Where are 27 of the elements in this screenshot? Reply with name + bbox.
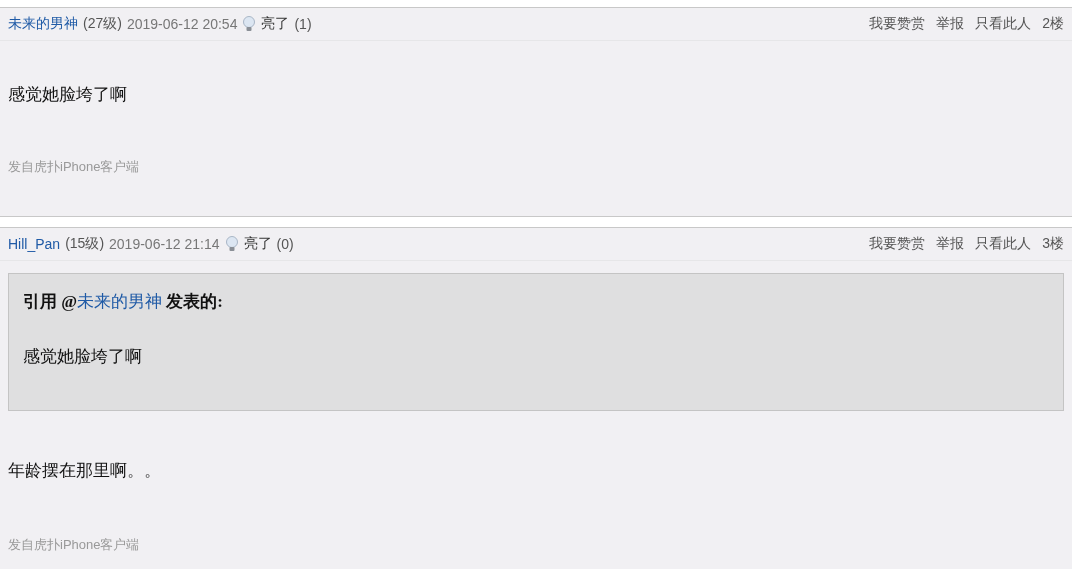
action-link[interactable]: 我要赞赏 bbox=[869, 235, 926, 253]
quote-heading: 引用 @未来的男神 发表的: bbox=[23, 291, 224, 313]
action-link[interactable]: 只看此人 bbox=[975, 235, 1032, 253]
post-body: 感觉她脸垮了啊 bbox=[8, 84, 128, 106]
quoted-user-link[interactable]: 未来的男神 bbox=[77, 292, 163, 311]
action-link[interactable]: 举报 bbox=[936, 235, 965, 253]
lightbulb-icon bbox=[242, 16, 257, 32]
floor-number: 3楼 bbox=[1042, 235, 1064, 253]
post-time: 2019-06-12 21:14 bbox=[109, 236, 220, 252]
action-link[interactable]: 我要赞赏 bbox=[869, 15, 926, 33]
lightbulb-icon bbox=[224, 236, 239, 252]
author-link[interactable]: 未来的男神 bbox=[8, 15, 78, 33]
action-link[interactable]: 举报 bbox=[936, 15, 965, 33]
post-source: 发自虎扑iPhone客户端 bbox=[8, 536, 141, 554]
light-count: (0) bbox=[276, 236, 294, 252]
quote-text: 感觉她脸垮了啊 bbox=[23, 346, 143, 368]
light-count: (1) bbox=[294, 16, 312, 32]
user-level: (15级) bbox=[65, 235, 105, 253]
post-source: 发自虎扑iPhone客户端 bbox=[8, 158, 141, 176]
action-link[interactable]: 只看此人 bbox=[975, 15, 1032, 33]
user-level: (27级) bbox=[83, 15, 122, 33]
author-link[interactable]: Hill_Pan bbox=[8, 236, 61, 252]
floor-number: 2楼 bbox=[1042, 15, 1064, 33]
light-label[interactable]: 亮了 bbox=[261, 15, 290, 33]
post-time: 2019-06-12 20:54 bbox=[126, 16, 238, 32]
post-body: 年龄摆在那里啊。。 bbox=[8, 460, 162, 482]
light-label[interactable]: 亮了 bbox=[243, 235, 272, 253]
